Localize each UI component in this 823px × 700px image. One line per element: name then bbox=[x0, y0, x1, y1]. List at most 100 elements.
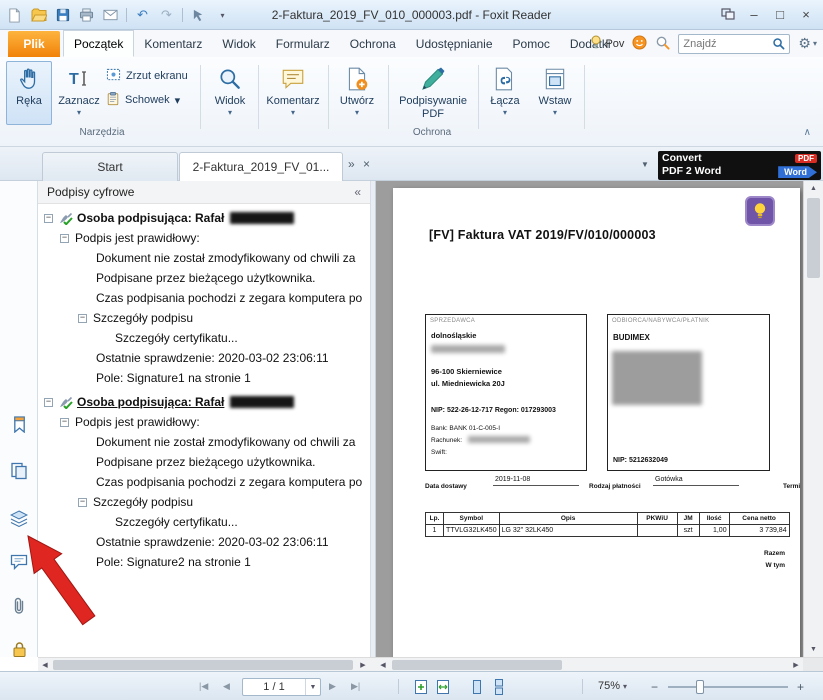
convert-pdf-to-word-banner[interactable]: Convert PDF PDF 2 Word Word bbox=[658, 151, 821, 180]
prev-page-button[interactable]: ◀ bbox=[220, 678, 233, 695]
zoom-slider[interactable] bbox=[668, 680, 788, 694]
tree-valid-2[interactable]: Podpis jest prawidłowy: bbox=[38, 412, 370, 432]
assistant-button[interactable]: Pov bbox=[590, 35, 624, 52]
create-button[interactable]: Utwórz ▾ bbox=[332, 61, 382, 125]
tab-poczatek[interactable]: Początek bbox=[63, 30, 135, 57]
document-scrollbar-thumb[interactable] bbox=[392, 660, 562, 670]
scroll-left-icon[interactable]: ◀ bbox=[38, 658, 52, 672]
collapse-box-icon[interactable] bbox=[60, 417, 69, 427]
clipboard-button[interactable]: Schowek ▾ bbox=[106, 91, 180, 109]
select-tool-button[interactable]: T Zaznacz ▾ bbox=[56, 61, 102, 125]
last-page-button[interactable]: ▶| bbox=[348, 678, 363, 695]
collapse-box-icon[interactable] bbox=[78, 313, 87, 323]
screenshot-button[interactable]: Zrzut ekranu bbox=[106, 67, 188, 85]
panel-scrollbar-thumb[interactable] bbox=[53, 660, 353, 670]
collapse-box-icon[interactable] bbox=[44, 397, 53, 407]
file-menu-button[interactable]: Plik bbox=[8, 31, 60, 57]
tree-certificate-1[interactable]: Szczegóły certyfikatu... bbox=[38, 328, 370, 348]
tree-certificate-2[interactable]: Szczegóły certyfikatu... bbox=[38, 512, 370, 532]
document-horizontal-scrollbar[interactable]: ◀ ▶ bbox=[376, 658, 803, 672]
fit-width-icon[interactable] bbox=[434, 678, 452, 696]
single-page-icon[interactable] bbox=[468, 678, 486, 696]
comments-icon[interactable] bbox=[5, 548, 33, 576]
collapse-box-icon[interactable] bbox=[44, 213, 53, 223]
undo-icon[interactable]: ↶ bbox=[134, 7, 151, 24]
quick-tool-dropdown-icon[interactable]: ▾ bbox=[214, 7, 231, 24]
collapse-panel-icon[interactable]: « bbox=[354, 185, 361, 199]
tab-pomoc[interactable]: Pomoc bbox=[503, 30, 560, 57]
tab-start[interactable]: Start bbox=[42, 152, 178, 181]
document-view[interactable]: [FV] Faktura VAT 2019/FV/010/000003 SPRZ… bbox=[376, 181, 803, 657]
open-file-icon[interactable] bbox=[30, 7, 47, 24]
tree-detail[interactable]: Czas podpisania pochodzi z zegara komput… bbox=[38, 288, 370, 308]
feedback-smiley-icon[interactable] bbox=[632, 34, 647, 53]
attachments-icon[interactable] bbox=[5, 592, 33, 620]
next-page-button[interactable]: ▶ bbox=[326, 678, 339, 695]
tab-formularz[interactable]: Formularz bbox=[266, 30, 340, 57]
page-dropdown-icon[interactable]: ▼ bbox=[305, 679, 320, 695]
links-button[interactable]: Łącza ▾ bbox=[482, 61, 528, 125]
settings-button[interactable]: ⚙ ▾ bbox=[798, 35, 817, 52]
assistant-bulb-button[interactable] bbox=[745, 196, 775, 226]
tab-komentarz[interactable]: Komentarz bbox=[134, 30, 212, 57]
scroll-left-icon[interactable]: ◀ bbox=[376, 658, 390, 672]
tree-detail[interactable]: Dokument nie został zmodyfikowany od chw… bbox=[38, 248, 370, 268]
pages-icon[interactable] bbox=[5, 457, 33, 485]
fit-page-icon[interactable] bbox=[412, 678, 430, 696]
view-button[interactable]: Widok ▾ bbox=[206, 61, 254, 125]
vertical-scrollbar-thumb[interactable] bbox=[807, 198, 820, 278]
collapse-box-icon[interactable] bbox=[78, 497, 87, 507]
tree-field-1[interactable]: Pole: Signature1 na stronie 1 bbox=[38, 368, 370, 388]
tree-lastcheck-1[interactable]: Ostatnie sprawdzenie: 2020-03-02 23:06:1… bbox=[38, 348, 370, 368]
hand-tool-button[interactable]: Ręka bbox=[6, 61, 52, 125]
pdf-sign-button[interactable]: Podpisywanie PDF bbox=[392, 61, 474, 125]
close-button[interactable]: × bbox=[793, 3, 819, 25]
tab-list-dropdown-icon[interactable]: ▼ bbox=[641, 160, 649, 169]
tree-lastcheck-2[interactable]: Ostatnie sprawdzenie: 2020-03-02 23:06:1… bbox=[38, 532, 370, 552]
pdf-page[interactable]: [FV] Faktura VAT 2019/FV/010/000003 SPRZ… bbox=[393, 188, 800, 657]
email-icon[interactable] bbox=[102, 7, 119, 24]
tree-valid-1[interactable]: Podpis jest prawidłowy: bbox=[38, 228, 370, 248]
comment-button[interactable]: Komentarz ▾ bbox=[262, 61, 324, 125]
tree-field-2[interactable]: Pole: Signature2 na stronie 1 bbox=[38, 552, 370, 572]
first-page-button[interactable]: |◀ bbox=[196, 678, 211, 695]
minimize-button[interactable]: – bbox=[741, 3, 767, 25]
search-document-icon[interactable] bbox=[655, 35, 670, 53]
find-search-icon[interactable] bbox=[767, 35, 789, 53]
tree-details-1[interactable]: Szczegóły podpisu bbox=[38, 308, 370, 328]
page-number-input[interactable] bbox=[243, 681, 305, 693]
tree-details-2[interactable]: Szczegóły podpisu bbox=[38, 492, 370, 512]
zoom-slider-thumb[interactable] bbox=[696, 680, 704, 694]
zoom-in-button[interactable]: + bbox=[794, 678, 807, 695]
tab-ochrona[interactable]: Ochrona bbox=[340, 30, 406, 57]
tree-detail[interactable]: Dokument nie został zmodyfikowany od chw… bbox=[38, 432, 370, 452]
tree-detail[interactable]: Podpisane przez bieżącego użytkownika. bbox=[38, 452, 370, 472]
scroll-up-icon[interactable]: ▲ bbox=[804, 181, 823, 196]
tab-udostepnianie[interactable]: Udostępnianie bbox=[406, 30, 503, 57]
print-icon[interactable] bbox=[78, 7, 95, 24]
collapse-box-icon[interactable] bbox=[60, 233, 69, 243]
continuous-page-icon[interactable] bbox=[490, 678, 508, 696]
tab-widok[interactable]: Widok bbox=[212, 30, 265, 57]
scroll-right-icon[interactable]: ▶ bbox=[356, 658, 370, 672]
insert-button[interactable]: Wstaw ▾ bbox=[532, 61, 578, 125]
quick-tool-icon[interactable] bbox=[190, 7, 207, 24]
tree-signer-1[interactable]: Osoba podpisująca: Rafał bbox=[38, 208, 370, 228]
dock-windows-icon[interactable] bbox=[715, 3, 741, 25]
tree-detail[interactable]: Podpisane przez bieżącego użytkownika. bbox=[38, 268, 370, 288]
scroll-right-icon[interactable]: ▶ bbox=[789, 658, 803, 672]
panel-horizontal-scrollbar[interactable]: ◀ ▶ bbox=[38, 658, 370, 672]
find-input[interactable] bbox=[679, 37, 768, 50]
tab-document[interactable]: 2-Faktura_2019_FV_01... bbox=[179, 152, 343, 181]
collapse-ribbon-button[interactable]: ∧ bbox=[804, 127, 811, 138]
tab-close-button[interactable]: × bbox=[363, 157, 370, 171]
zoom-out-button[interactable]: − bbox=[648, 678, 661, 695]
maximize-button[interactable]: □ bbox=[767, 3, 793, 25]
tab-overflow-button[interactable]: » bbox=[348, 157, 355, 171]
bookmarks-icon[interactable] bbox=[5, 410, 33, 438]
zoom-level-control[interactable]: 75% ▾ bbox=[598, 680, 627, 692]
tree-detail[interactable]: Czas podpisania pochodzi z zegara komput… bbox=[38, 472, 370, 492]
vertical-scrollbar[interactable]: ▲ ▼ bbox=[803, 181, 823, 657]
layers-icon[interactable] bbox=[5, 504, 33, 532]
tree-signer-2[interactable]: Osoba podpisująca: Rafał bbox=[38, 392, 370, 412]
